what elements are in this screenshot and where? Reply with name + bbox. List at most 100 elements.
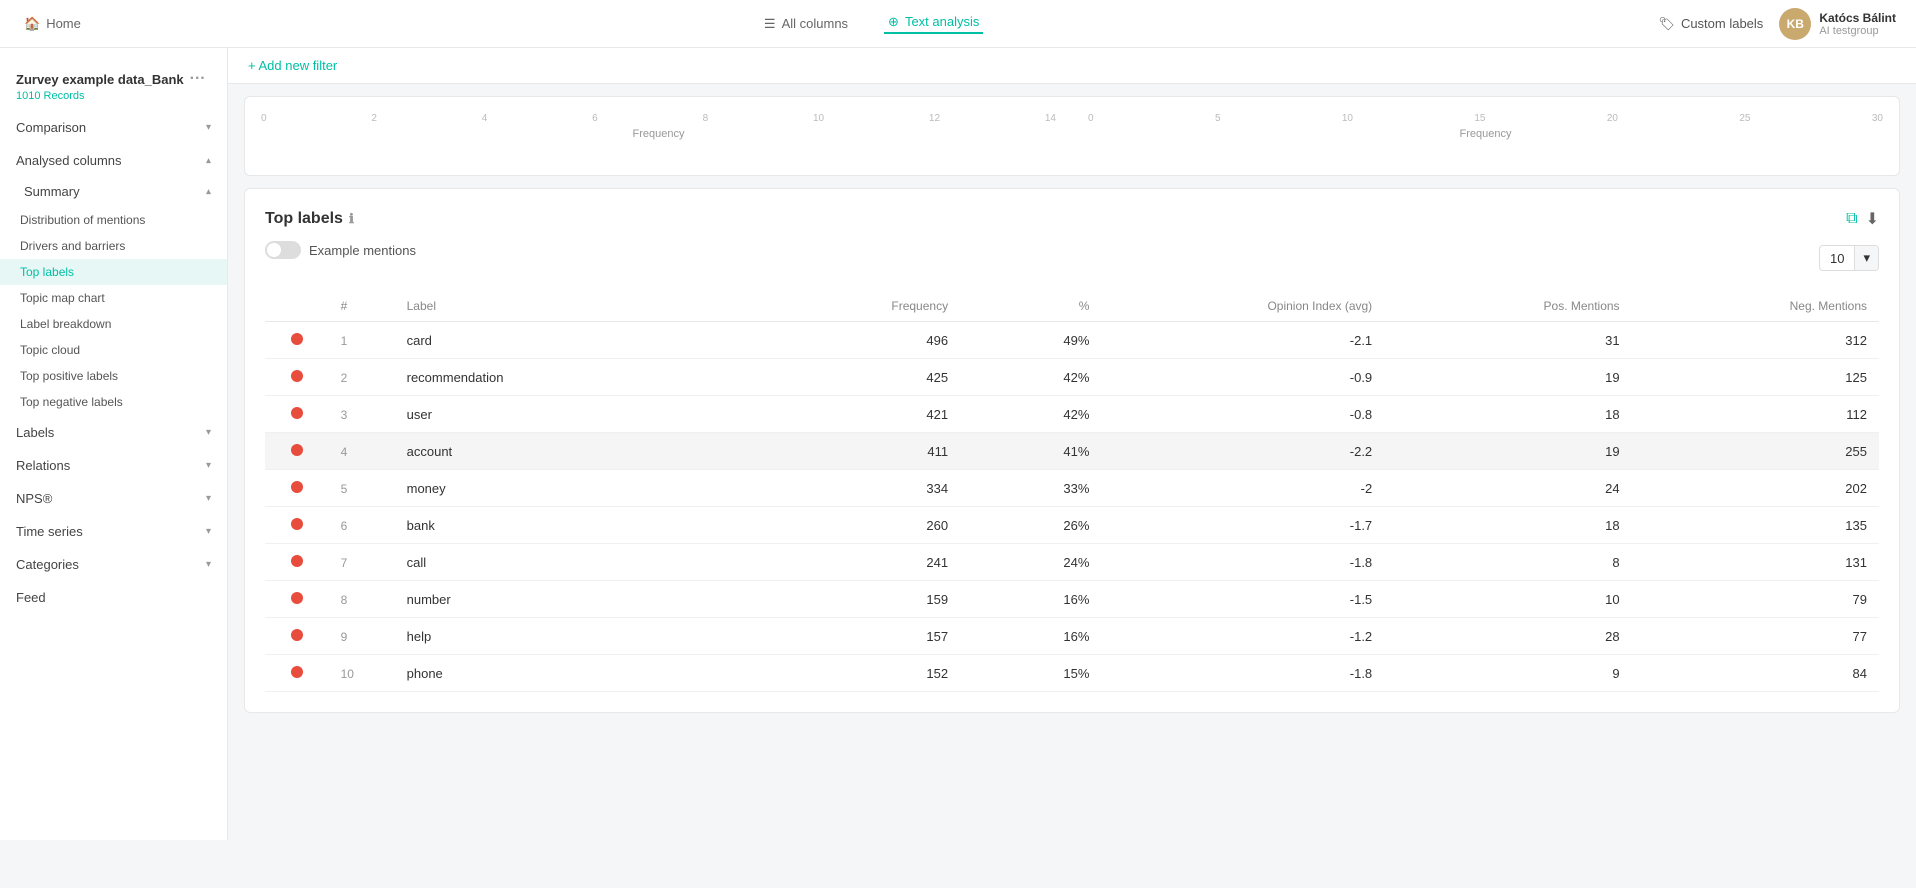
sidebar-item-drivers-and-barriers[interactable]: Drivers and barriers: [0, 233, 227, 259]
row-label[interactable]: call ···: [395, 544, 748, 581]
chevron-down-icon-nps: ▾: [206, 493, 211, 504]
row-dot-cell: [265, 322, 329, 359]
row-label[interactable]: help ···: [395, 618, 748, 655]
row-percent: 16%: [960, 618, 1101, 655]
chevron-down-icon-labels: ▾: [206, 427, 211, 438]
comparison-section-header[interactable]: Comparison ▾: [0, 112, 227, 143]
table-row: 5 money ··· 334 33% -2 24 202: [265, 470, 1879, 507]
relations-section-header[interactable]: Relations ▾: [0, 450, 227, 481]
filter-bar: + Add new filter: [228, 48, 1916, 84]
row-rank: 1: [329, 322, 395, 359]
copy-icon[interactable]: ⧉: [1846, 210, 1857, 228]
all-columns-label: All columns: [782, 16, 848, 31]
user-details: Katócs Bálint AI testgroup: [1819, 11, 1896, 37]
add-filter-button[interactable]: + Add new filter: [248, 58, 337, 73]
th-dot: [265, 291, 329, 322]
row-dot-cell: [265, 396, 329, 433]
custom-labels-button[interactable]: 🏷 Custom labels: [1658, 16, 1763, 32]
row-rank: 3: [329, 396, 395, 433]
row-dot-cell: [265, 359, 329, 396]
project-menu-button[interactable]: ···: [190, 70, 206, 88]
dot-red: [291, 518, 303, 530]
nps-section-header[interactable]: NPS® ▾: [0, 483, 227, 514]
sidebar-section-analysed-columns: Analysed columns ▾ Summary ▾ Distributio…: [0, 145, 227, 415]
sidebar-item-label-breakdown[interactable]: Label breakdown: [0, 311, 227, 337]
row-frequency: 334: [748, 470, 960, 507]
download-icon[interactable]: ⬇: [1866, 209, 1879, 229]
chevron-down-icon-relations: ▾: [206, 460, 211, 471]
dot-red: [291, 666, 303, 678]
sidebar-item-topic-cloud[interactable]: Topic cloud: [0, 337, 227, 363]
sidebar-item-top-positive-labels[interactable]: Top positive labels: [0, 363, 227, 389]
row-neg-mentions: 131: [1632, 544, 1879, 581]
row-neg-mentions: 125: [1632, 359, 1879, 396]
sidebar-section-time-series: Time series ▾: [0, 516, 227, 547]
row-percent: 42%: [960, 396, 1101, 433]
row-percent: 16%: [960, 581, 1101, 618]
row-label[interactable]: money ···: [395, 470, 748, 507]
analysed-columns-section-header[interactable]: Analysed columns ▾: [0, 145, 227, 176]
summary-subsection: Summary ▾ Distribution of mentionsDriver…: [0, 176, 227, 415]
summary-items: Distribution of mentionsDrivers and barr…: [0, 207, 227, 415]
top-navigation: 🏠 Home ☰ All columns ⊕ Text analysis 🏷 C…: [0, 0, 1916, 48]
row-opinion-index: -1.8: [1101, 544, 1384, 581]
row-pos-mentions: 18: [1384, 507, 1631, 544]
th-frequency: Frequency: [748, 291, 960, 322]
row-label[interactable]: phone ···: [395, 655, 748, 692]
panel-actions: ⧉ ⬇: [1846, 209, 1879, 229]
sidebar-item-topic-map-chart[interactable]: Topic map chart: [0, 285, 227, 311]
sidebar-section-nps: NPS® ▾: [0, 483, 227, 514]
text-analysis-nav-item[interactable]: ⊕ Text analysis: [884, 14, 983, 34]
row-label[interactable]: number ···: [395, 581, 748, 618]
row-opinion-index: -2.2: [1101, 433, 1384, 470]
row-label[interactable]: card ···: [395, 322, 748, 359]
all-columns-nav-item[interactable]: ☰ All columns: [760, 16, 852, 32]
sidebar-item-top-negative-labels[interactable]: Top negative labels: [0, 389, 227, 415]
count-select-arrow: ▾: [1854, 246, 1878, 270]
table-row: 6 bank ··· 260 26% -1.7 18 135: [265, 507, 1879, 544]
feed-nav-item[interactable]: Feed: [0, 582, 227, 613]
info-icon[interactable]: ℹ: [349, 211, 354, 227]
row-label[interactable]: account ···: [395, 433, 748, 470]
project-records: 1010 Records: [16, 90, 211, 102]
row-label[interactable]: bank ···: [395, 507, 748, 544]
sidebar: Zurvey example data_Bank ··· 1010 Record…: [0, 48, 228, 840]
dot-red: [291, 555, 303, 567]
sidebar-item-distribution-of-mentions[interactable]: Distribution of mentions: [0, 207, 227, 233]
row-opinion-index: -1.2: [1101, 618, 1384, 655]
row-percent: 24%: [960, 544, 1101, 581]
row-rank: 7: [329, 544, 395, 581]
table-row: 7 call ··· 241 24% -1.8 8 131: [265, 544, 1879, 581]
chart-left-ticks: 0 2 4 6 8 10 12 14: [261, 113, 1056, 124]
row-dot-cell: [265, 507, 329, 544]
chart-right: 0 5 10 15 20 25 30 Frequency: [1088, 113, 1883, 140]
home-nav-item[interactable]: 🏠 Home: [20, 16, 85, 32]
row-pos-mentions: 19: [1384, 359, 1631, 396]
project-name: Zurvey example data_Bank ···: [16, 70, 211, 88]
summary-section-header[interactable]: Summary ▾: [0, 176, 227, 207]
row-label[interactable]: user ···: [395, 396, 748, 433]
chevron-up-icon-summary: ▾: [206, 186, 211, 197]
row-neg-mentions: 112: [1632, 396, 1879, 433]
row-frequency: 425: [748, 359, 960, 396]
row-neg-mentions: 135: [1632, 507, 1879, 544]
labels-section-header[interactable]: Labels ▾: [0, 417, 227, 448]
table-row: 4 account ··· 411 41% -2.2 19 255: [265, 433, 1879, 470]
row-opinion-index: -1.5: [1101, 581, 1384, 618]
text-analysis-icon: ⊕: [888, 14, 899, 30]
sidebar-item-top-labels[interactable]: Top labels: [0, 259, 227, 285]
table-row: 8 number ··· 159 16% -1.5 10 79: [265, 581, 1879, 618]
time-series-section-header[interactable]: Time series ▾: [0, 516, 227, 547]
count-selector[interactable]: 10 ▾: [1819, 245, 1879, 271]
row-label[interactable]: recommendation ···: [395, 359, 748, 396]
top-labels-panel: Top labels ℹ ⧉ ⬇ Example mentions 10: [244, 188, 1900, 713]
user-name: Katócs Bálint: [1819, 11, 1896, 25]
toggle-switch[interactable]: [265, 241, 301, 259]
th-opinion-index: Opinion Index (avg): [1101, 291, 1384, 322]
row-neg-mentions: 312: [1632, 322, 1879, 359]
dot-red: [291, 629, 303, 641]
categories-section-header[interactable]: Categories ▾: [0, 549, 227, 580]
tag-icon: 🏷: [1658, 16, 1675, 32]
row-pos-mentions: 10: [1384, 581, 1631, 618]
sidebar-section-relations: Relations ▾: [0, 450, 227, 481]
